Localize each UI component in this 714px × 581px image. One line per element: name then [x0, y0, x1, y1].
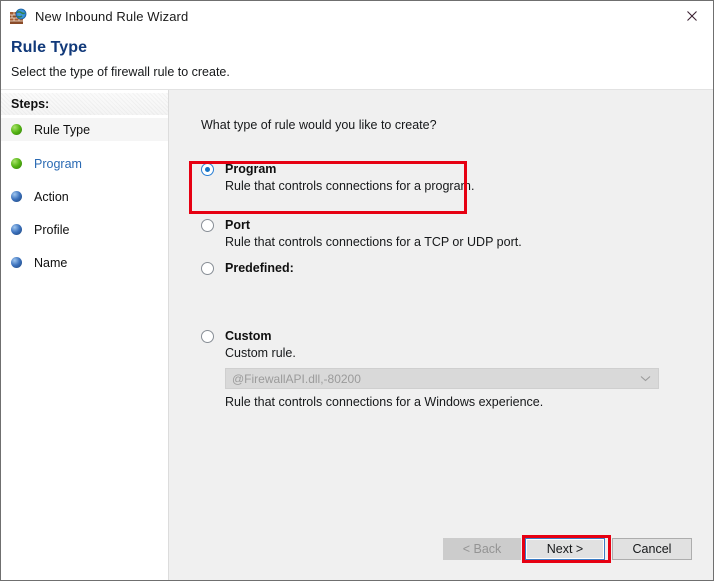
radio-option-title: Port — [225, 218, 250, 232]
radio-option-title: Program — [225, 162, 277, 176]
radio-option-title: Predefined: — [225, 261, 294, 275]
sidebar-item-rule-type[interactable]: Rule Type — [1, 118, 168, 141]
page-header: Rule Type Select the type of firewall ru… — [1, 32, 713, 90]
sidebar-item-name[interactable]: Name — [1, 251, 168, 274]
step-bullet-icon — [11, 158, 22, 169]
radio-option-description: Custom rule. — [225, 346, 296, 360]
step-bullet-icon — [11, 224, 22, 235]
firewall-globe-icon — [9, 8, 27, 26]
sidebar-item-label: Name — [34, 255, 68, 270]
sidebar-item-label: Action — [34, 189, 69, 204]
predefined-combo-value: @FirewallAPI.dll,-80200 — [232, 371, 361, 386]
page-title: Rule Type — [11, 39, 88, 56]
predefined-combo-box[interactable]: @FirewallAPI.dll,-80200 — [225, 368, 659, 389]
radio-predefined[interactable] — [201, 262, 214, 275]
sidebar-item-profile[interactable]: Profile — [1, 218, 168, 241]
sidebar-item-label: Profile — [34, 222, 70, 237]
step-bullet-icon — [11, 124, 22, 135]
radio-option-program[interactable]: Program Rule that controls connections f… — [201, 162, 474, 193]
radio-option-port[interactable]: Port Rule that controls connections for … — [201, 218, 522, 249]
sidebar-item-label: Rule Type — [34, 122, 91, 137]
back-button[interactable]: < Back — [443, 538, 521, 560]
title-bar: New Inbound Rule Wizard — [1, 1, 713, 32]
sidebar-item-action[interactable]: Action — [1, 185, 168, 208]
wizard-body: Steps: Rule Type Program Action Profile — [1, 90, 713, 580]
window-title: New Inbound Rule Wizard — [35, 9, 189, 24]
next-button[interactable]: Next > — [525, 538, 605, 560]
radio-option-predefined[interactable]: Predefined: — [201, 261, 294, 275]
steps-header: Steps: — [1, 93, 168, 115]
cancel-button[interactable]: Cancel — [612, 538, 692, 560]
new-inbound-rule-wizard-window: New Inbound Rule Wizard Rule Type Select… — [0, 0, 714, 581]
radio-program[interactable] — [201, 163, 214, 176]
radio-port[interactable] — [201, 219, 214, 232]
radio-option-custom[interactable]: Custom Custom rule. — [201, 329, 296, 360]
step-bullet-icon — [11, 191, 22, 202]
chevron-down-icon — [640, 375, 651, 382]
prompt-text: What type of rule would you like to crea… — [201, 118, 437, 132]
main-panel: What type of rule would you like to crea… — [170, 90, 713, 580]
page-subtitle: Select the type of firewall rule to crea… — [11, 65, 230, 79]
step-bullet-icon — [11, 257, 22, 268]
radio-option-description: Rule that controls connections for a TCP… — [225, 235, 522, 249]
radio-option-description: Rule that controls connections for a pro… — [225, 179, 475, 193]
sidebar-item-label: Program — [34, 156, 82, 171]
steps-sidebar: Steps: Rule Type Program Action Profile — [1, 90, 169, 580]
predefined-description: Rule that controls connections for a Win… — [225, 395, 544, 409]
steps-header-label: Steps: — [11, 97, 50, 111]
close-icon[interactable] — [669, 1, 713, 31]
sidebar-item-program[interactable]: Program — [1, 152, 168, 175]
radio-custom[interactable] — [201, 330, 214, 343]
radio-option-title: Custom — [225, 329, 272, 343]
